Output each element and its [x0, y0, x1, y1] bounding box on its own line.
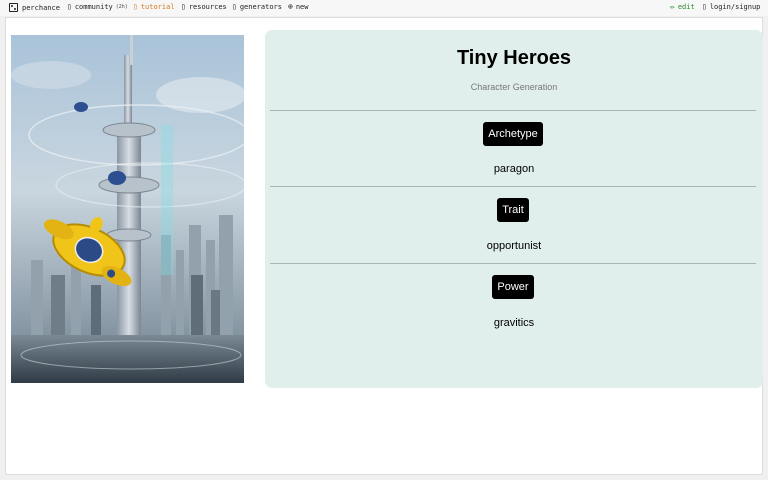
dice-icon: [9, 3, 18, 12]
nav-login-label: login/signup: [709, 3, 761, 11]
nav-generators-link[interactable]: ▯ generators: [232, 2, 282, 12]
archetype-result: paragon: [493, 163, 535, 175]
nav-edit-link[interactable]: ✏ edit: [670, 2, 695, 12]
nav-community-label: community: [74, 3, 113, 11]
section-divider: [270, 263, 756, 264]
section-divider: [270, 186, 756, 187]
community-icon: ▯: [67, 2, 72, 11]
nav-community-link[interactable]: ▯ community (2h): [67, 2, 128, 12]
trait-button[interactable]: Trait: [497, 198, 529, 222]
nav-new-link[interactable]: ⊕ new: [288, 2, 309, 12]
top-nav: perchance ▯ community (2h) ▯ tutorial ▯ …: [0, 0, 768, 16]
nav-generators-label: generators: [239, 3, 282, 11]
nav-resources-link[interactable]: ▯ resources: [181, 2, 227, 12]
generators-icon: ▯: [232, 2, 237, 11]
nav-tutorial-link[interactable]: ▯ tutorial: [133, 2, 175, 12]
nav-home-link[interactable]: perchance: [9, 3, 60, 12]
plus-circle-icon: ⊕: [288, 2, 293, 11]
nav-resources-label: resources: [188, 3, 227, 11]
nav-tutorial-label: tutorial: [140, 3, 175, 11]
power-result: gravitics: [493, 317, 535, 329]
nav-login-link[interactable]: ▯ login/signup: [702, 2, 761, 12]
archetype-button[interactable]: Archetype: [483, 122, 543, 146]
section-divider: [270, 110, 756, 111]
pencil-icon: ✏: [670, 2, 675, 11]
nav-brand-label: perchance: [22, 3, 60, 12]
page-title: Tiny Heroes: [456, 47, 572, 69]
resources-icon: ▯: [181, 2, 186, 11]
trait-result: opportunist: [486, 240, 542, 252]
user-icon: ▯: [702, 2, 707, 11]
power-button[interactable]: Power: [492, 275, 534, 299]
page-subtitle: Character Generation: [470, 82, 558, 92]
tutorial-icon: ▯: [133, 2, 138, 11]
nav-new-label: new: [295, 3, 309, 11]
generator-illustration: [11, 35, 244, 383]
nav-edit-label: edit: [677, 3, 695, 11]
community-badge: (2h): [115, 4, 128, 10]
